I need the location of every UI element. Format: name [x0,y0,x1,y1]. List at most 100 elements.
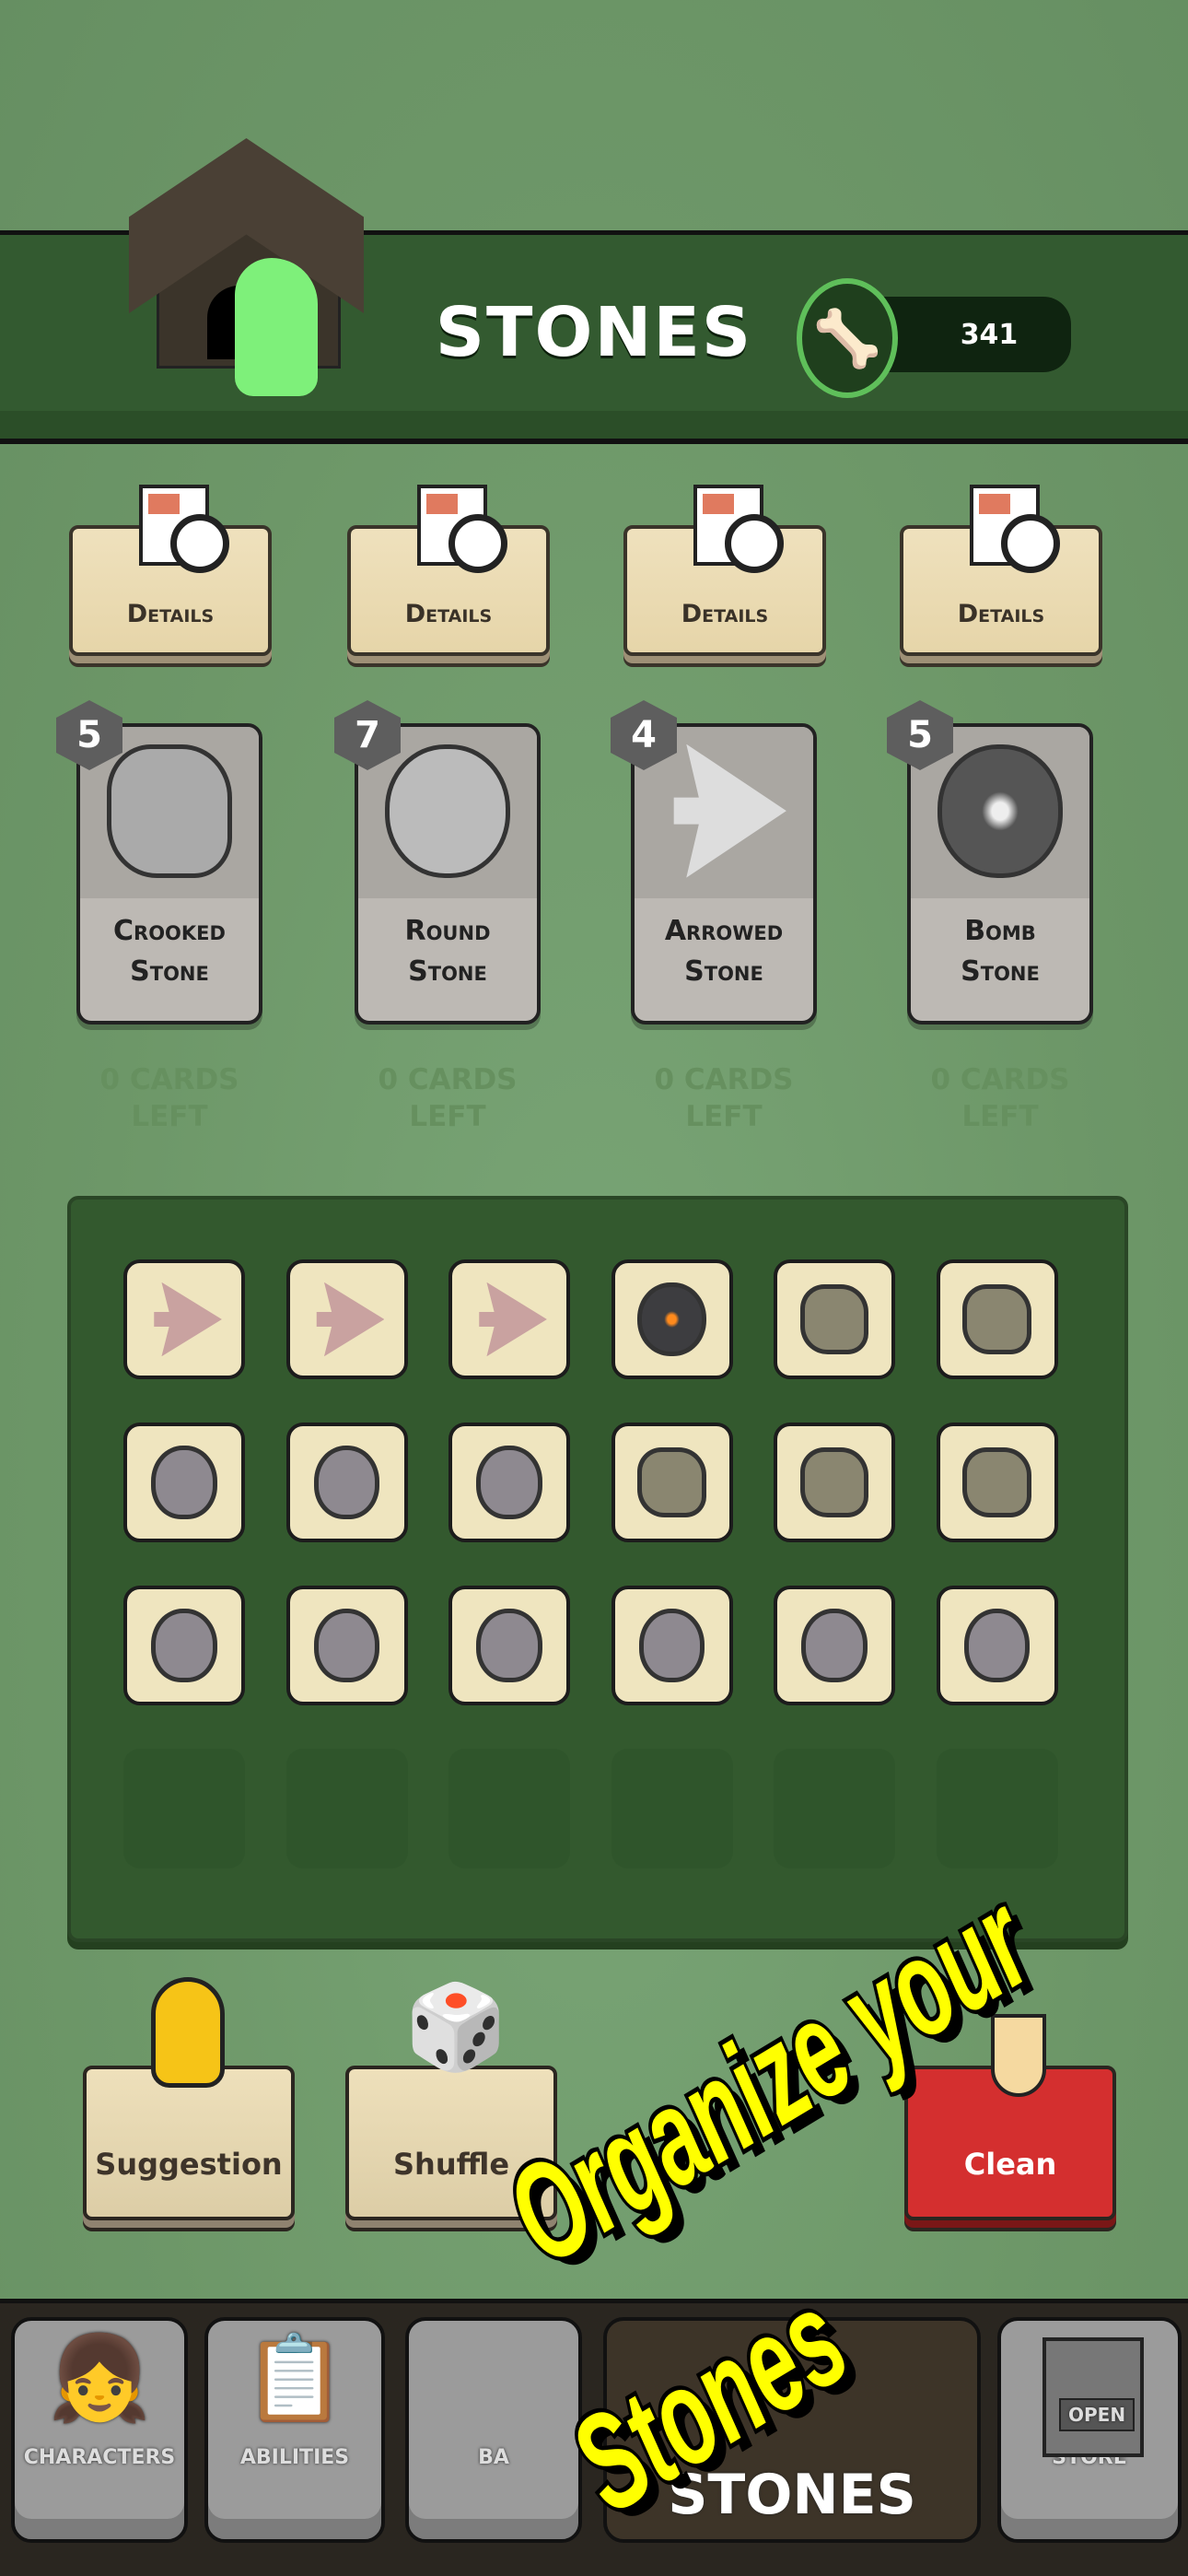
stone-tile-round[interactable] [285,1423,408,1542]
store-sign: OPEN [1059,2398,1136,2431]
stone-tile-round[interactable] [448,1423,570,1542]
abilities-icon: 📋 [242,2330,347,2427]
tab-third[interactable]: BA [405,2317,582,2543]
document-search-icon [693,485,784,573]
character-icon: 👧 [47,2330,152,2427]
cards-left: LEFT [961,1100,1039,1133]
stone-name: Stone [130,955,209,988]
cards-left: 0 CARDS [930,1063,1070,1096]
cards-left-text: 0 CARDS LEFT [903,1061,1097,1135]
stone-tile-crooked[interactable] [936,1259,1058,1379]
crooked-stone-icon [962,1447,1031,1517]
empty-slot[interactable] [936,1749,1058,1868]
crooked-stone-icon [637,1447,706,1517]
cards-left-text: 0 CARDS LEFT [627,1061,821,1135]
tab-characters[interactable]: 👧 CHARACTERS [11,2317,188,2543]
stone-tile-round[interactable] [448,1586,570,1705]
bomb-stone-icon [938,744,1063,878]
stone-tile-round[interactable] [123,1586,245,1705]
stone-tile-crooked[interactable] [774,1423,895,1542]
stone-name: Stone [961,955,1040,988]
stone-card[interactable]: Crooked Stone [76,723,262,1025]
round-stone-icon [313,1445,380,1520]
stone-tile-crooked[interactable] [611,1423,733,1542]
document-search-icon [970,485,1060,573]
details-label: Details [404,600,493,628]
empty-slot[interactable] [448,1749,570,1868]
currency-counter: 341 [870,297,1071,372]
round-stone-icon [151,1445,217,1520]
round-stone-icon [638,1608,705,1683]
crooked-stone-icon [107,744,232,878]
tab-store[interactable]: OPEN STORE [997,2317,1182,2543]
stone-tile-round[interactable] [611,1586,733,1705]
stone-card[interactable]: Arrowed Stone [631,723,817,1025]
tab-label: ABILITIES [239,2446,350,2469]
details-button[interactable]: Details [69,485,272,656]
empty-slot[interactable] [611,1749,733,1868]
suggestion-label: Suggestion [95,2147,283,2182]
stone-tile-round[interactable] [936,1586,1058,1705]
details-button[interactable]: Details [900,485,1102,656]
tab-abilities[interactable]: 📋 ABILITIES [204,2317,385,2543]
stone-tile-round[interactable] [285,1586,408,1705]
stone-name: Arrowed [664,915,784,947]
details-button[interactable]: Details [347,485,550,656]
cards-left: LEFT [409,1100,486,1133]
stone-tile-arrowed[interactable] [285,1259,408,1379]
details-label: Details [681,600,769,628]
lightbulb-icon [151,1977,225,2088]
stone-tile-crooked[interactable] [936,1423,1058,1542]
cards-left-text: 0 CARDS LEFT [351,1061,544,1135]
stone-name: Crooked [113,915,226,947]
stone-tile-round[interactable] [123,1423,245,1542]
round-stone-icon [963,1608,1031,1683]
details-button[interactable]: Details [623,485,826,656]
round-stone-icon [151,1608,217,1683]
cards-left-text: 0 CARDS LEFT [73,1061,266,1135]
cards-left: 0 CARDS [99,1063,239,1096]
crooked-stone-icon [799,1447,869,1517]
arrowed-stone-icon [673,744,786,878]
suggestion-button[interactable]: Suggestion [83,1977,295,2220]
bone-icon[interactable]: 🦴 [797,278,898,398]
crooked-stone-icon [799,1284,869,1354]
cards-left: LEFT [131,1100,208,1133]
stone-card[interactable]: Round Stone [355,723,541,1025]
stone-tile-crooked[interactable] [774,1259,895,1379]
dice-hand-icon: 🎲 [404,1979,508,2076]
empty-slot[interactable] [285,1749,408,1868]
stone-tile-arrowed[interactable] [123,1259,245,1379]
round-stone-icon [313,1608,380,1683]
empty-slot[interactable] [774,1749,895,1868]
document-search-icon [139,485,229,573]
stone-name: Round [404,915,491,947]
tab-label: STONES [668,2462,916,2527]
empty-slot[interactable] [123,1749,245,1868]
document-search-icon [417,485,507,573]
cards-left: 0 CARDS [378,1063,518,1096]
stone-tile-bomb[interactable] [611,1259,733,1379]
broom-icon [991,2014,1046,2097]
arrowed-stone-icon [316,1282,385,1357]
arrowed-stone-icon [154,1282,222,1357]
tab-label: CHARACTERS [23,2446,176,2469]
tab-label: BA [478,2446,509,2469]
round-stone-icon [801,1608,868,1683]
cards-left: LEFT [685,1100,763,1133]
stone-card[interactable]: Bomb Stone [907,723,1093,1025]
currency-value: 341 [960,318,1019,351]
shuffle-button[interactable]: 🎲 Shuffle [345,1986,557,2220]
stone-name: Bomb [964,915,1036,947]
cards-left: 0 CARDS [654,1063,794,1096]
clean-button[interactable]: Clean [904,2014,1116,2220]
tab-stones[interactable]: STONES [603,2317,981,2543]
stone-name: Stone [684,955,763,988]
details-label: Details [957,600,1045,628]
round-stone-icon [476,1445,542,1520]
details-label: Details [126,600,215,628]
stone-tile-arrowed[interactable] [448,1259,570,1379]
stone-tile-round[interactable] [774,1586,895,1705]
round-stone-icon [476,1608,542,1683]
clean-label: Clean [963,2147,1057,2182]
